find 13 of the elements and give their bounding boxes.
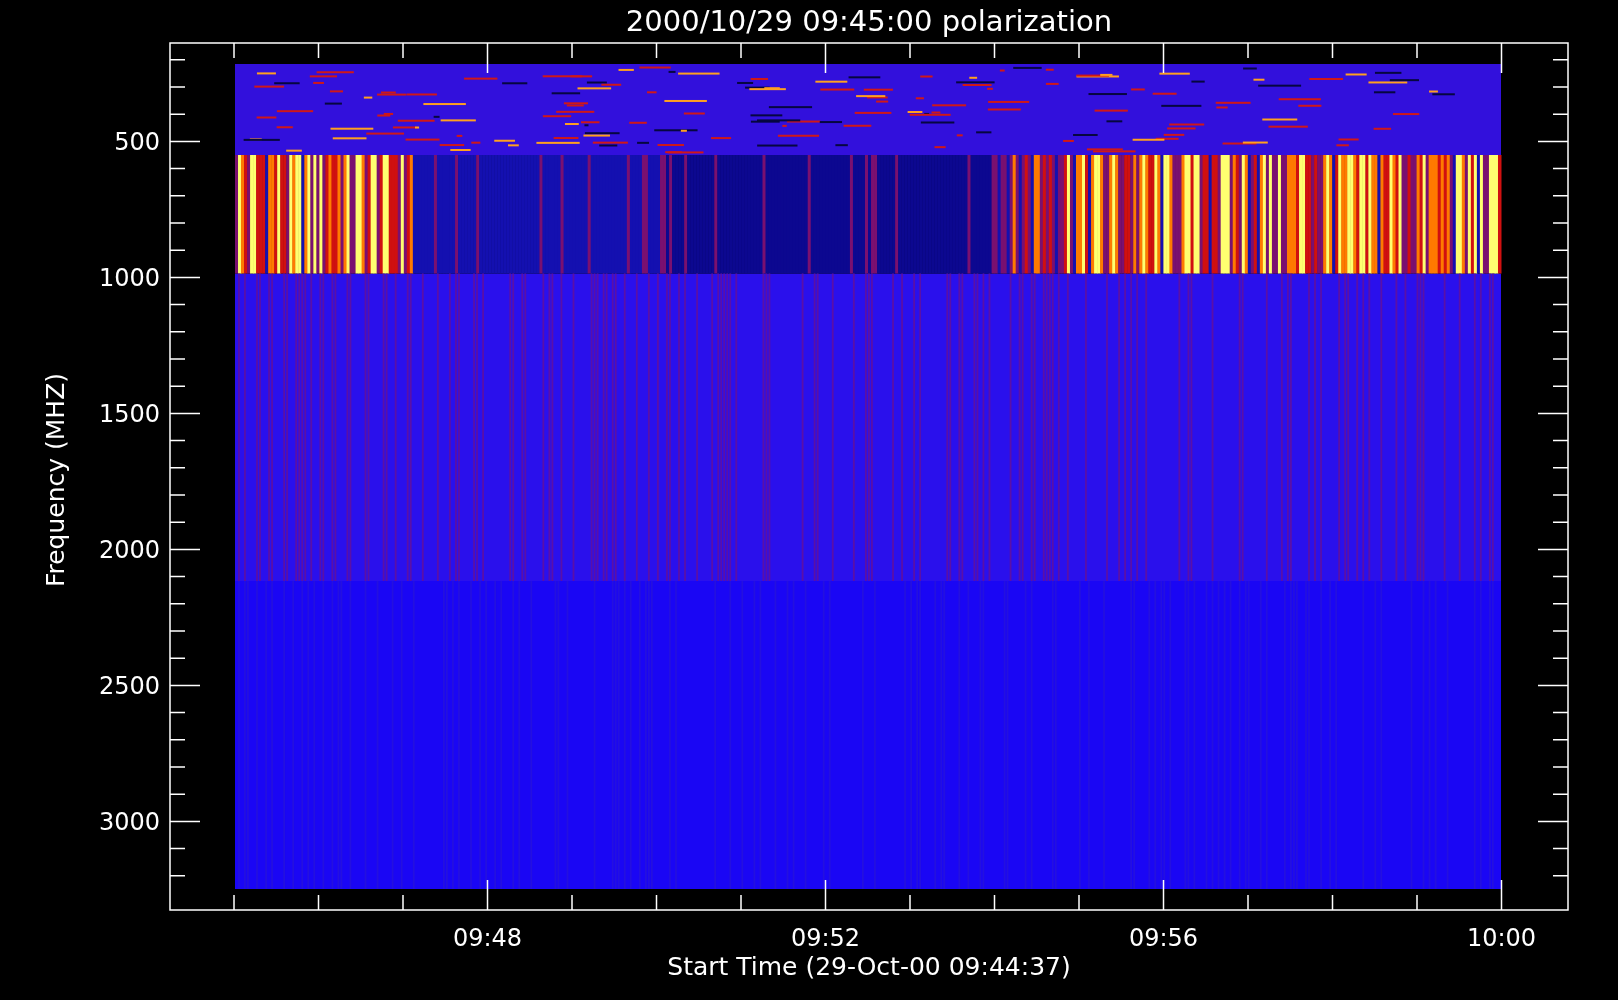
x-tick-label: 09:52 — [790, 924, 861, 952]
plot-title: 2000/10/29 09:45:00 polarization — [625, 4, 1113, 38]
x-tick-label: 10:00 — [1466, 924, 1537, 952]
y-tick-label: 2500 — [98, 672, 160, 701]
y-tick-label: 1500 — [98, 400, 160, 429]
x-axis-label: Start Time (29-Oct-00 09:44:37) — [667, 952, 1071, 981]
y-axis-label: Frequency (MHZ) — [41, 372, 70, 588]
y-tick-label: 2000 — [98, 536, 160, 565]
x-tick-label: 09:48 — [452, 924, 523, 952]
y-tick-label: 1000 — [98, 264, 160, 293]
y-tick-label: 3000 — [98, 808, 160, 837]
x-tick-label: 09:56 — [1128, 924, 1199, 952]
y-tick-label: 500 — [114, 128, 160, 157]
